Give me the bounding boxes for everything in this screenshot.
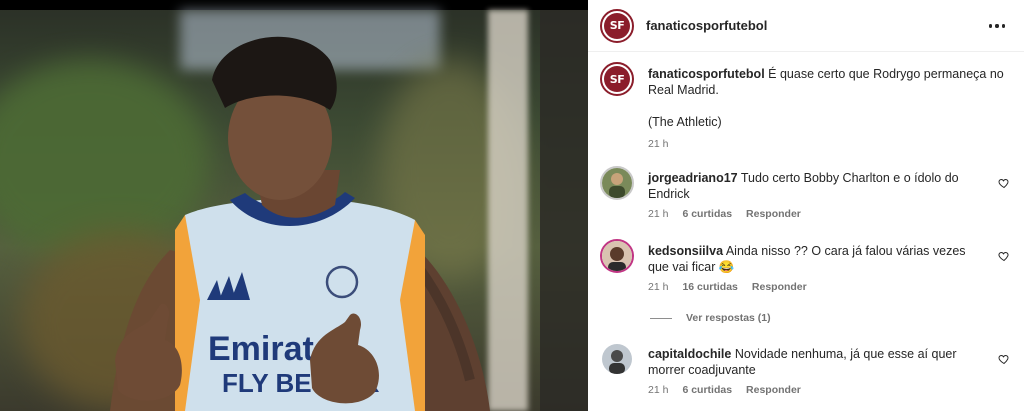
post-media[interactable]: Emirates FLY BETTER — [0, 0, 588, 411]
comment-username[interactable]: jorgeadriano17 — [648, 171, 738, 185]
heart-outline-icon[interactable] — [998, 177, 1010, 189]
post-caption: SF fanaticosporfutebol É quase certo que… — [600, 62, 1010, 150]
more-options-icon[interactable] — [986, 17, 1008, 35]
view-replies-label: Ver respostas (1) — [686, 312, 771, 324]
comment-timestamp[interactable]: 21 h — [648, 384, 668, 396]
caption-username[interactable]: fanaticosporfutebol — [648, 67, 765, 81]
post-header: SF fanaticosporfutebol — [588, 0, 1024, 52]
heart-outline-icon[interactable] — [998, 250, 1010, 262]
caption-source: (The Athletic) — [648, 115, 722, 129]
reply-button[interactable]: Responder — [746, 208, 801, 220]
comment-likes[interactable]: 6 curtidas — [682, 384, 732, 396]
post-side-panel: SF fanaticosporfutebol SF fanaticosporfu… — [588, 0, 1024, 411]
comment-likes[interactable]: 6 curtidas — [682, 208, 732, 220]
heart-outline-icon[interactable] — [998, 353, 1010, 365]
view-replies-divider — [650, 317, 672, 319]
comment-likes[interactable]: 16 curtidas — [682, 281, 737, 293]
comment-username[interactable]: kedsonsiilva — [648, 244, 723, 258]
avatar[interactable]: SF — [600, 8, 634, 43]
avatar-logo: SF — [604, 66, 630, 92]
avatar[interactable] — [600, 166, 634, 200]
player-photo: Emirates FLY BETTER — [110, 36, 490, 411]
post-author-username[interactable]: fanaticosporfutebol — [646, 18, 767, 33]
avatar[interactable]: SF — [600, 62, 634, 96]
caption-timestamp[interactable]: 21 h — [648, 138, 668, 150]
view-replies-button[interactable]: Ver respostas (1) — [650, 312, 771, 324]
comment-item: kedsonsiilva Ainda nisso ?? O cara já fa… — [600, 239, 1010, 293]
avatar-logo: SF — [604, 12, 630, 39]
comment-username[interactable]: capitaldochile — [648, 347, 731, 361]
comment-timestamp[interactable]: 21 h — [648, 208, 668, 220]
comment-item: jorgeadriano17 Tudo certo Bobby Charlton… — [600, 166, 1010, 220]
avatar[interactable] — [600, 342, 634, 376]
comment-timestamp[interactable]: 21 h — [648, 281, 668, 293]
reply-button[interactable]: Responder — [752, 281, 807, 293]
comment-item: capitaldochile Novidade nenhuma, já que … — [600, 342, 1010, 396]
reply-button[interactable]: Responder — [746, 384, 801, 396]
avatar[interactable] — [600, 239, 634, 273]
